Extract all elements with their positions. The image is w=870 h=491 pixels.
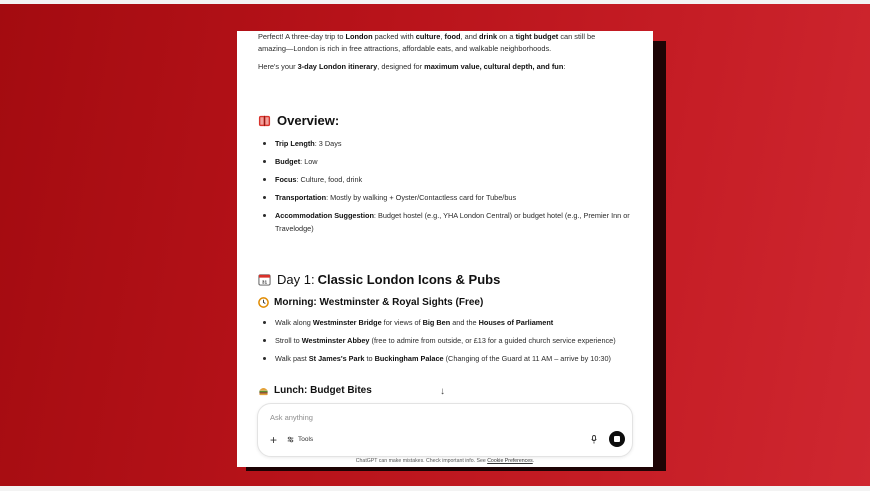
stop-button[interactable] xyxy=(609,431,625,447)
disclaimer: ChatGPT can make mistakes. Check importa… xyxy=(355,458,535,464)
intro-line-1: Perfect! A three-day trip to London pack… xyxy=(258,32,596,41)
sliders-icon xyxy=(287,436,294,443)
list-item: Trip Length: 3 Days xyxy=(258,137,638,150)
day1-heading: 31 Day 1: Classic London Icons & Pubs xyxy=(258,272,500,287)
overview-list: Trip Length: 3 Days Budget: Low Focus: C… xyxy=(258,137,638,240)
morning-title: Morning: Westminster & Royal Sights (Fre… xyxy=(274,297,484,308)
list-item: Transportation: Mostly by walking + Oyst… xyxy=(258,191,638,204)
clock-icon xyxy=(258,297,269,308)
add-attachment-button[interactable]: + xyxy=(270,433,277,447)
screen-bottom-edge xyxy=(0,486,870,491)
list-item: Accommodation Suggestion: Budget hostel … xyxy=(258,209,638,235)
scroll-down-button[interactable]: ↓ xyxy=(440,386,445,397)
day1-title-prefix: Day 1: xyxy=(277,272,315,287)
list-item: Budget: Low xyxy=(258,155,638,168)
book-icon xyxy=(258,115,271,127)
list-item: Stroll to Westminster Abbey (free to adm… xyxy=(258,334,638,347)
tools-button[interactable]: Tools xyxy=(287,436,313,443)
list-item: Walk along Westminster Bridge for views … xyxy=(258,316,638,329)
svg-text:31: 31 xyxy=(262,280,268,285)
intro-line-2: amazing—London is rich in free attractio… xyxy=(258,44,552,53)
microphone-icon[interactable] xyxy=(591,435,597,444)
cookie-preferences-link[interactable]: Cookie Preferences xyxy=(487,458,533,464)
intro-line-3: Here's your 3-day London itinerary, desi… xyxy=(258,62,566,71)
day1-list: Walk along Westminster Bridge for views … xyxy=(258,316,638,370)
chat-panel: Perfect! A three-day trip to London pack… xyxy=(237,31,653,467)
morning-heading: Morning: Westminster & Royal Sights (Fre… xyxy=(258,297,483,308)
lunch-title: Lunch: Budget Bites xyxy=(274,385,372,396)
day1-title: Classic London Icons & Pubs xyxy=(317,272,501,287)
list-item: Focus: Culture, food, drink xyxy=(258,173,638,186)
overview-title: Overview: xyxy=(277,113,340,128)
lunch-heading: Lunch: Budget Bites xyxy=(258,385,372,396)
composer: Ask anything + Tools xyxy=(257,403,633,457)
calendar-icon: 31 xyxy=(258,274,271,286)
list-item: Walk past St James's Park to Buckingham … xyxy=(258,352,638,365)
overview-heading: Overview: xyxy=(258,113,339,128)
screen-top-edge xyxy=(0,0,870,4)
message-input[interactable]: Ask anything xyxy=(270,413,313,422)
burger-icon xyxy=(259,387,268,396)
tools-label: Tools xyxy=(298,436,314,443)
